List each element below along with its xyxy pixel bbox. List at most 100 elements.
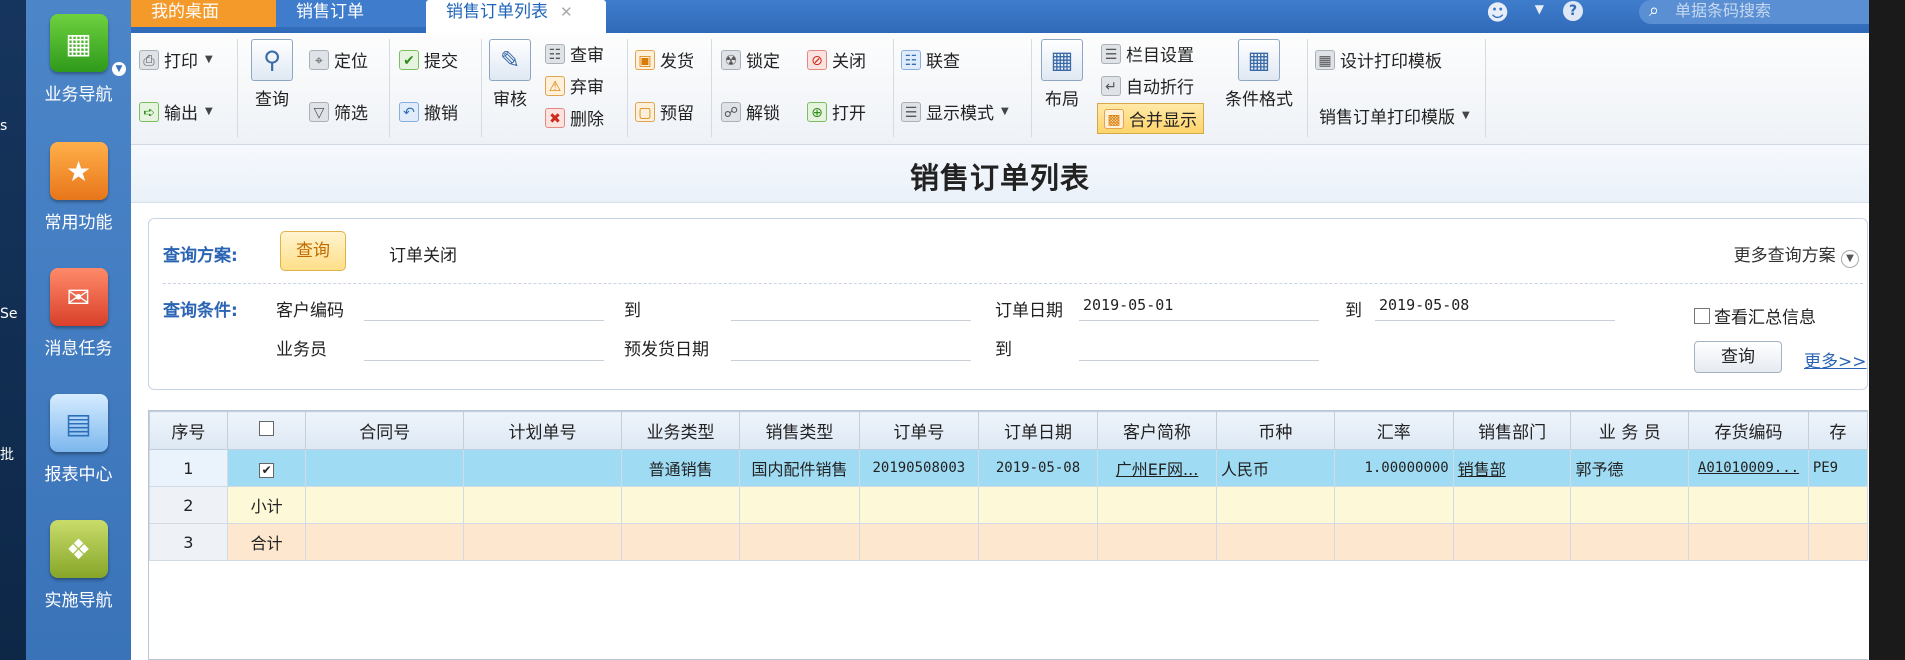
order-date-from-field[interactable]: 2019-05-01 bbox=[1079, 291, 1319, 321]
checkbox-checked-icon[interactable]: ✔ bbox=[259, 462, 275, 478]
more-schemes-link[interactable]: 更多查询方案 ▼ bbox=[1734, 241, 1859, 268]
display-mode-button[interactable]: ☰ 显示模式 ▼ bbox=[901, 99, 1009, 124]
submit-button[interactable]: ✔ 提交 bbox=[399, 47, 458, 72]
query-conditions-label: 查询条件: bbox=[163, 301, 238, 321]
grid-header-row: 序号 合同号 计划单号 业务类型 销售类型 订单号 订单日期 客户简称 币种 汇… bbox=[149, 411, 1868, 450]
query-scheme-label: 查询方案: bbox=[163, 246, 238, 266]
col-contract-no[interactable]: 合同号 bbox=[305, 411, 465, 450]
col-salesperson[interactable]: 业 务 员 bbox=[1570, 411, 1690, 450]
view-summary-label: 查看汇总信息 bbox=[1714, 308, 1816, 328]
conditional-format-icon: ▦ bbox=[1238, 39, 1280, 81]
sales-dept-link[interactable]: 销售部 bbox=[1452, 449, 1572, 487]
help-icon[interactable]: ? bbox=[1563, 1, 1583, 21]
revoke-button[interactable]: ↶ 撤销 bbox=[399, 99, 458, 124]
chevron-down-icon: ▼ bbox=[205, 54, 213, 65]
audit-button[interactable]: ✎ 审核 bbox=[489, 39, 531, 110]
design-print-template-button[interactable]: ▦ 设计打印模板 bbox=[1315, 47, 1442, 72]
filter-label: 筛选 bbox=[334, 104, 368, 124]
checkbox-icon[interactable] bbox=[259, 420, 275, 436]
conditional-format-button[interactable]: ▦ 条件格式 bbox=[1225, 39, 1293, 110]
chevron-down-icon[interactable]: ▼ bbox=[112, 62, 126, 76]
close-order-button[interactable]: ⊘ 关闭 bbox=[807, 47, 866, 72]
unlock-button[interactable]: ☍ 解锁 bbox=[721, 99, 780, 124]
col-order-date[interactable]: 订单日期 bbox=[977, 411, 1099, 450]
col-currency[interactable]: 币种 bbox=[1216, 411, 1335, 450]
scheme-query-button[interactable]: 查询 bbox=[280, 231, 346, 271]
col-sales-type[interactable]: 销售类型 bbox=[739, 411, 860, 450]
col-index[interactable]: 序号 bbox=[149, 411, 228, 450]
auto-wrap-button[interactable]: ↵ 自动折行 bbox=[1101, 73, 1194, 98]
locate-label: 定位 bbox=[334, 52, 368, 72]
lock-button[interactable]: ☢ 锁定 bbox=[721, 47, 780, 72]
tab-sales-order-list[interactable]: 销售订单列表 ✕ bbox=[426, 0, 606, 33]
barcode-search-input[interactable]: 单据条码搜索 bbox=[1639, 0, 1869, 24]
col-select-all[interactable] bbox=[226, 411, 307, 450]
customer-link[interactable]: 广州EF网... bbox=[1097, 449, 1217, 487]
reserve-button[interactable]: ▢ 预留 bbox=[635, 99, 694, 124]
more-link[interactable]: 更多>> bbox=[1804, 347, 1867, 372]
col-inventory-code[interactable]: 存货编码 bbox=[1688, 411, 1809, 450]
table-row[interactable]: 1 ✔ 普通销售 国内配件销售 20190508003 2019-05-08 广… bbox=[149, 449, 1868, 487]
col-sales-dept[interactable]: 销售部门 bbox=[1452, 411, 1572, 450]
nav-common-functions[interactable]: ★ 常用功能 bbox=[26, 142, 131, 233]
col-inventory-name[interactable]: 存 bbox=[1807, 411, 1868, 450]
row-index: 3 bbox=[149, 523, 228, 561]
customer-code-to-field[interactable] bbox=[731, 291, 971, 321]
col-plan-no[interactable]: 计划单号 bbox=[463, 411, 622, 450]
filter-button[interactable]: ▽ 筛选 bbox=[309, 99, 368, 124]
merge-display-button[interactable]: ▩ 合并显示 bbox=[1097, 103, 1204, 134]
printer-icon: ⎙ bbox=[139, 49, 159, 70]
col-customer[interactable]: 客户简称 bbox=[1097, 411, 1217, 450]
nav-implementation-guide[interactable]: ❖ 实施导航 bbox=[26, 520, 131, 611]
check-button[interactable]: ☷ 查审 bbox=[545, 41, 604, 66]
export-button[interactable]: ➪ 输出 ▼ bbox=[139, 99, 213, 124]
chevron-down-icon: ▼ bbox=[1841, 250, 1859, 268]
chevron-down-icon[interactable]: ▼ bbox=[1535, 2, 1544, 16]
col-business-type[interactable]: 业务类型 bbox=[620, 411, 741, 450]
layout-button[interactable]: ▦ 布局 bbox=[1041, 39, 1083, 110]
pre-ship-date-from-field[interactable] bbox=[731, 331, 971, 361]
wrap-icon: ↵ bbox=[1101, 75, 1121, 96]
row-checkbox[interactable]: ✔ bbox=[226, 449, 307, 487]
smiley-icon[interactable]: ☻ bbox=[1486, 1, 1509, 26]
col-order-no[interactable]: 订单号 bbox=[858, 411, 980, 450]
query-submit-button[interactable]: 查询 bbox=[1694, 341, 1782, 373]
exchange-rate-cell: 1.00000000 bbox=[1333, 449, 1454, 487]
close-icon[interactable]: ✕ bbox=[560, 3, 573, 21]
column-settings-button[interactable]: ☰ 栏目设置 bbox=[1101, 41, 1194, 66]
desktop-fragment: Se bbox=[0, 306, 18, 322]
open-order-button[interactable]: ⊕ 打开 bbox=[807, 99, 866, 124]
design-print-template-label: 设计打印模板 bbox=[1340, 52, 1442, 72]
nav-message-tasks[interactable]: ✉ 消息任务 bbox=[26, 268, 131, 359]
tab-sales-order[interactable]: 销售订单 bbox=[276, 0, 426, 27]
scheme-order-closed[interactable]: 订单关闭 bbox=[389, 241, 457, 266]
tab-my-desktop[interactable]: 我的桌面 bbox=[131, 0, 276, 27]
locate-icon: ⌖ bbox=[309, 49, 329, 70]
desktop-strip-right bbox=[1869, 0, 1905, 660]
divider bbox=[893, 39, 894, 137]
export-label: 输出 bbox=[164, 104, 198, 124]
ship-icon: ▣ bbox=[635, 49, 655, 70]
query-button[interactable]: ⚲ 查询 bbox=[251, 39, 293, 110]
open-label: 打开 bbox=[832, 104, 866, 124]
abandon-audit-button[interactable]: ⚠ 弃审 bbox=[545, 73, 604, 98]
locate-button[interactable]: ⌖ 定位 bbox=[309, 47, 368, 72]
nav-report-center[interactable]: ▤ 报表中心 bbox=[26, 394, 131, 485]
salesperson-field[interactable] bbox=[364, 331, 604, 361]
order-date-to-field[interactable]: 2019-05-08 bbox=[1375, 291, 1615, 321]
col-exchange-rate[interactable]: 汇率 bbox=[1333, 411, 1454, 450]
compass-icon: ❖ bbox=[49, 520, 108, 578]
inventory-code-link[interactable]: A01010009... bbox=[1688, 449, 1809, 487]
layout-label: 布局 bbox=[1045, 90, 1079, 110]
pre-ship-date-to-field[interactable] bbox=[1079, 331, 1319, 361]
nav-business-guide[interactable]: ▦ 业务导航 ▼ bbox=[26, 14, 131, 105]
customer-code-from-field[interactable] bbox=[364, 291, 604, 321]
view-summary-checkbox[interactable]: 查看汇总信息 bbox=[1694, 303, 1816, 328]
delete-button[interactable]: ✖ 删除 bbox=[545, 105, 604, 130]
chevron-down-icon: ▼ bbox=[1462, 110, 1470, 121]
link-query-button[interactable]: ☷ 联查 bbox=[901, 47, 960, 72]
abandon-icon: ⚠ bbox=[545, 75, 565, 96]
print-template-select[interactable]: 销售订单打印模版 ▼ bbox=[1319, 103, 1470, 128]
print-button[interactable]: ⎙ 打印 ▼ bbox=[139, 47, 213, 72]
ship-button[interactable]: ▣ 发货 bbox=[635, 47, 694, 72]
